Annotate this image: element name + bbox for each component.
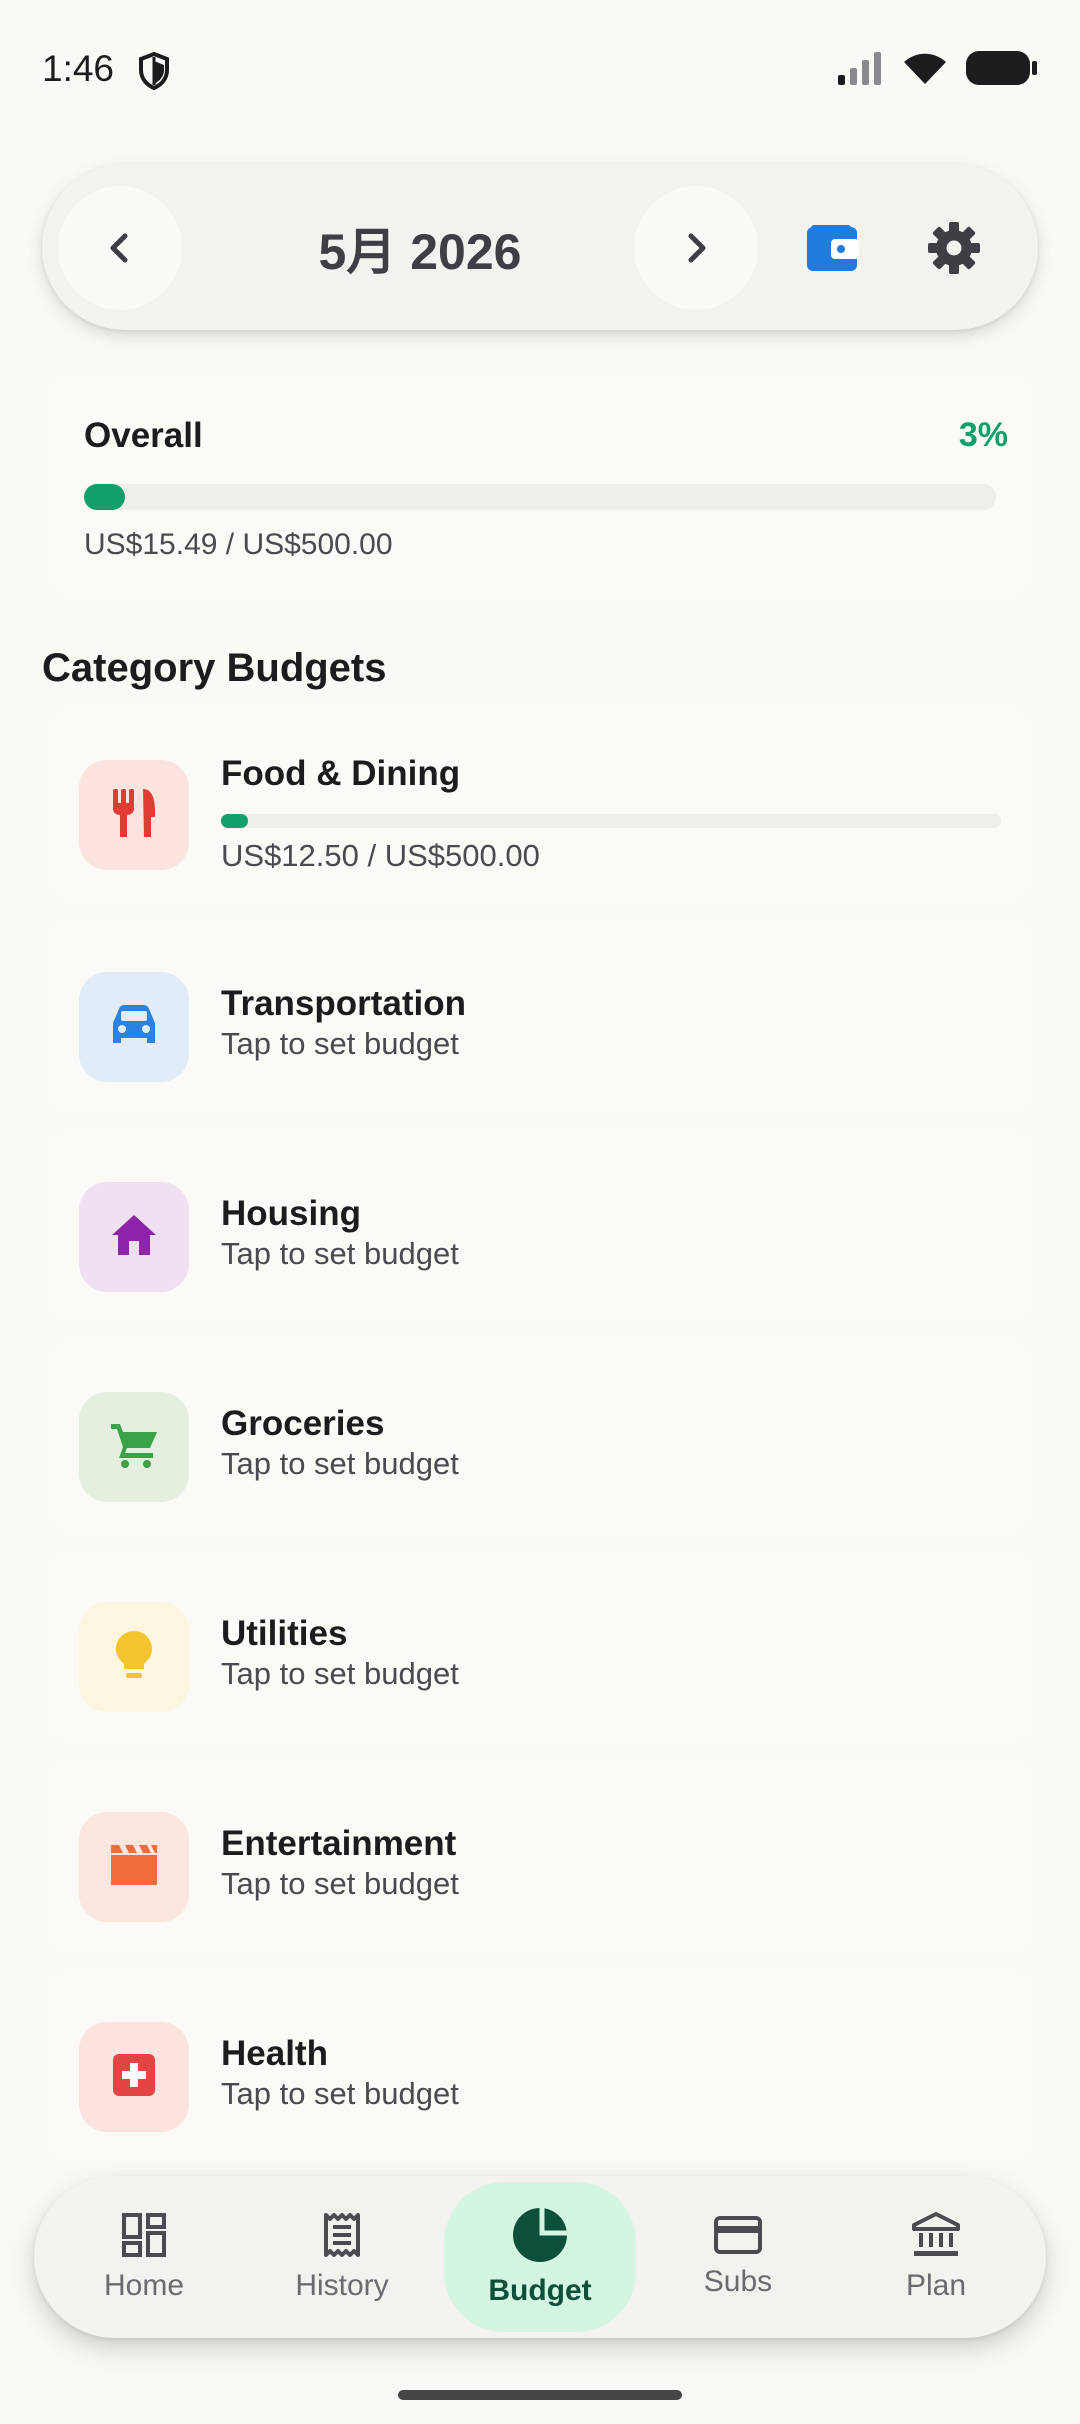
car-icon [109, 1003, 159, 1052]
settings-button[interactable] [922, 216, 986, 280]
house-icon [110, 1213, 158, 1262]
bank-icon [912, 2212, 960, 2256]
category-icon-tile [79, 1602, 189, 1712]
nav-home[interactable]: Home [48, 2176, 240, 2338]
category-progress-fill [221, 814, 249, 828]
wallet-button[interactable] [800, 216, 864, 280]
month-header: 5月 2026 [42, 164, 1038, 330]
category-name: Transportation [221, 984, 467, 1023]
nav-history[interactable]: History [246, 2176, 438, 2338]
category-amount: US$12.50 / US$500.00 [221, 838, 540, 873]
overall-budget-card[interactable]: Overall 3% US$15.49 / US$500.00 [42, 372, 1038, 600]
category-icon-tile [79, 1812, 189, 1922]
overall-progress-fill [84, 484, 126, 510]
status-time: 1:46 [42, 48, 115, 89]
category-subtitle: Tap to set budget [221, 2076, 459, 2111]
previous-month-button[interactable] [58, 186, 182, 310]
category-icon-tile [79, 1182, 189, 1292]
overall-amount: US$15.49 / US$500.00 [84, 528, 393, 561]
category-row-transportation[interactable]: Transportation Tap to set budget [42, 916, 1038, 1116]
next-month-button[interactable] [634, 186, 758, 310]
category-row-housing[interactable]: Housing Tap to set budget [42, 1126, 1038, 1326]
nav-label-plan: Plan [905, 2269, 967, 2302]
category-subtitle: Tap to set budget [221, 1656, 459, 1691]
category-subtitle: Tap to set budget [221, 1866, 459, 1901]
category-subtitle: Tap to set budget [221, 1026, 459, 1061]
category-name: Entertainment [221, 1824, 457, 1863]
nav-label-home: Home [103, 2269, 185, 2302]
nav-subs[interactable]: Subs [642, 2176, 834, 2338]
budget-screen: 1:46 5月 2026 Overall 3% US$15.49 / US$50… [0, 0, 1080, 2424]
battery-icon [966, 51, 1037, 85]
overall-label: Overall [84, 416, 203, 455]
receipt-icon [324, 2213, 360, 2257]
overall-percent: 3% [958, 416, 1008, 454]
chevron-left-icon [110, 233, 128, 263]
status-bar: 1:46 [0, 0, 1080, 140]
shield-icon [139, 52, 169, 90]
category-row-utilities[interactable]: Utilities Tap to set budget [42, 1546, 1038, 1746]
pie-chart-icon [513, 2208, 567, 2262]
category-name: Utilities [221, 1614, 348, 1653]
gear-icon [928, 222, 980, 274]
home-indicator[interactable] [398, 2390, 682, 2400]
medical-cross-icon [111, 2052, 157, 2103]
nav-label-budget: Budget [488, 2274, 592, 2307]
nav-label-history: History [295, 2269, 389, 2302]
category-icon-tile [79, 760, 189, 870]
category-name: Health [221, 2034, 328, 2073]
category-icon-tile [79, 2022, 189, 2132]
category-name: Food & Dining [221, 754, 461, 793]
category-progress-bar [221, 814, 1001, 828]
chevron-right-icon [688, 233, 706, 263]
clapperboard-icon [109, 1843, 159, 1892]
nav-label-subs: Subs [703, 2265, 773, 2298]
signal-icon [838, 52, 881, 85]
overall-progress-bar [84, 484, 996, 510]
month-title[interactable]: 5月 2026 [220, 212, 620, 284]
category-row-food-dining[interactable]: Food & Dining US$12.50 / US$500.00 [42, 704, 1038, 904]
section-title: Category Budgets [42, 646, 387, 690]
category-row-groceries[interactable]: Groceries Tap to set budget [42, 1336, 1038, 1536]
dashboard-icon [122, 2213, 166, 2257]
credit-card-icon [714, 2216, 762, 2254]
category-name: Groceries [221, 1404, 385, 1443]
lightbulb-icon [114, 1629, 154, 1686]
category-icon-tile [79, 972, 189, 1082]
category-subtitle: Tap to set budget [221, 1236, 459, 1271]
category-row-health[interactable]: Health Tap to set budget [42, 1966, 1038, 2166]
category-icon-tile [79, 1392, 189, 1502]
category-row-entertainment[interactable]: Entertainment Tap to set budget [42, 1756, 1038, 1956]
category-name: Housing [221, 1194, 361, 1233]
nav-plan[interactable]: Plan [840, 2176, 1032, 2338]
bottom-navigation: Home History Budget Subs Plan [34, 2176, 1046, 2338]
nav-budget[interactable]: Budget [444, 2176, 636, 2338]
status-icons [838, 50, 1038, 86]
wifi-icon [904, 53, 946, 84]
fork-knife-icon [109, 787, 159, 844]
wallet-icon [807, 225, 859, 271]
cart-icon [109, 1420, 159, 1475]
category-subtitle: Tap to set budget [221, 1446, 459, 1481]
